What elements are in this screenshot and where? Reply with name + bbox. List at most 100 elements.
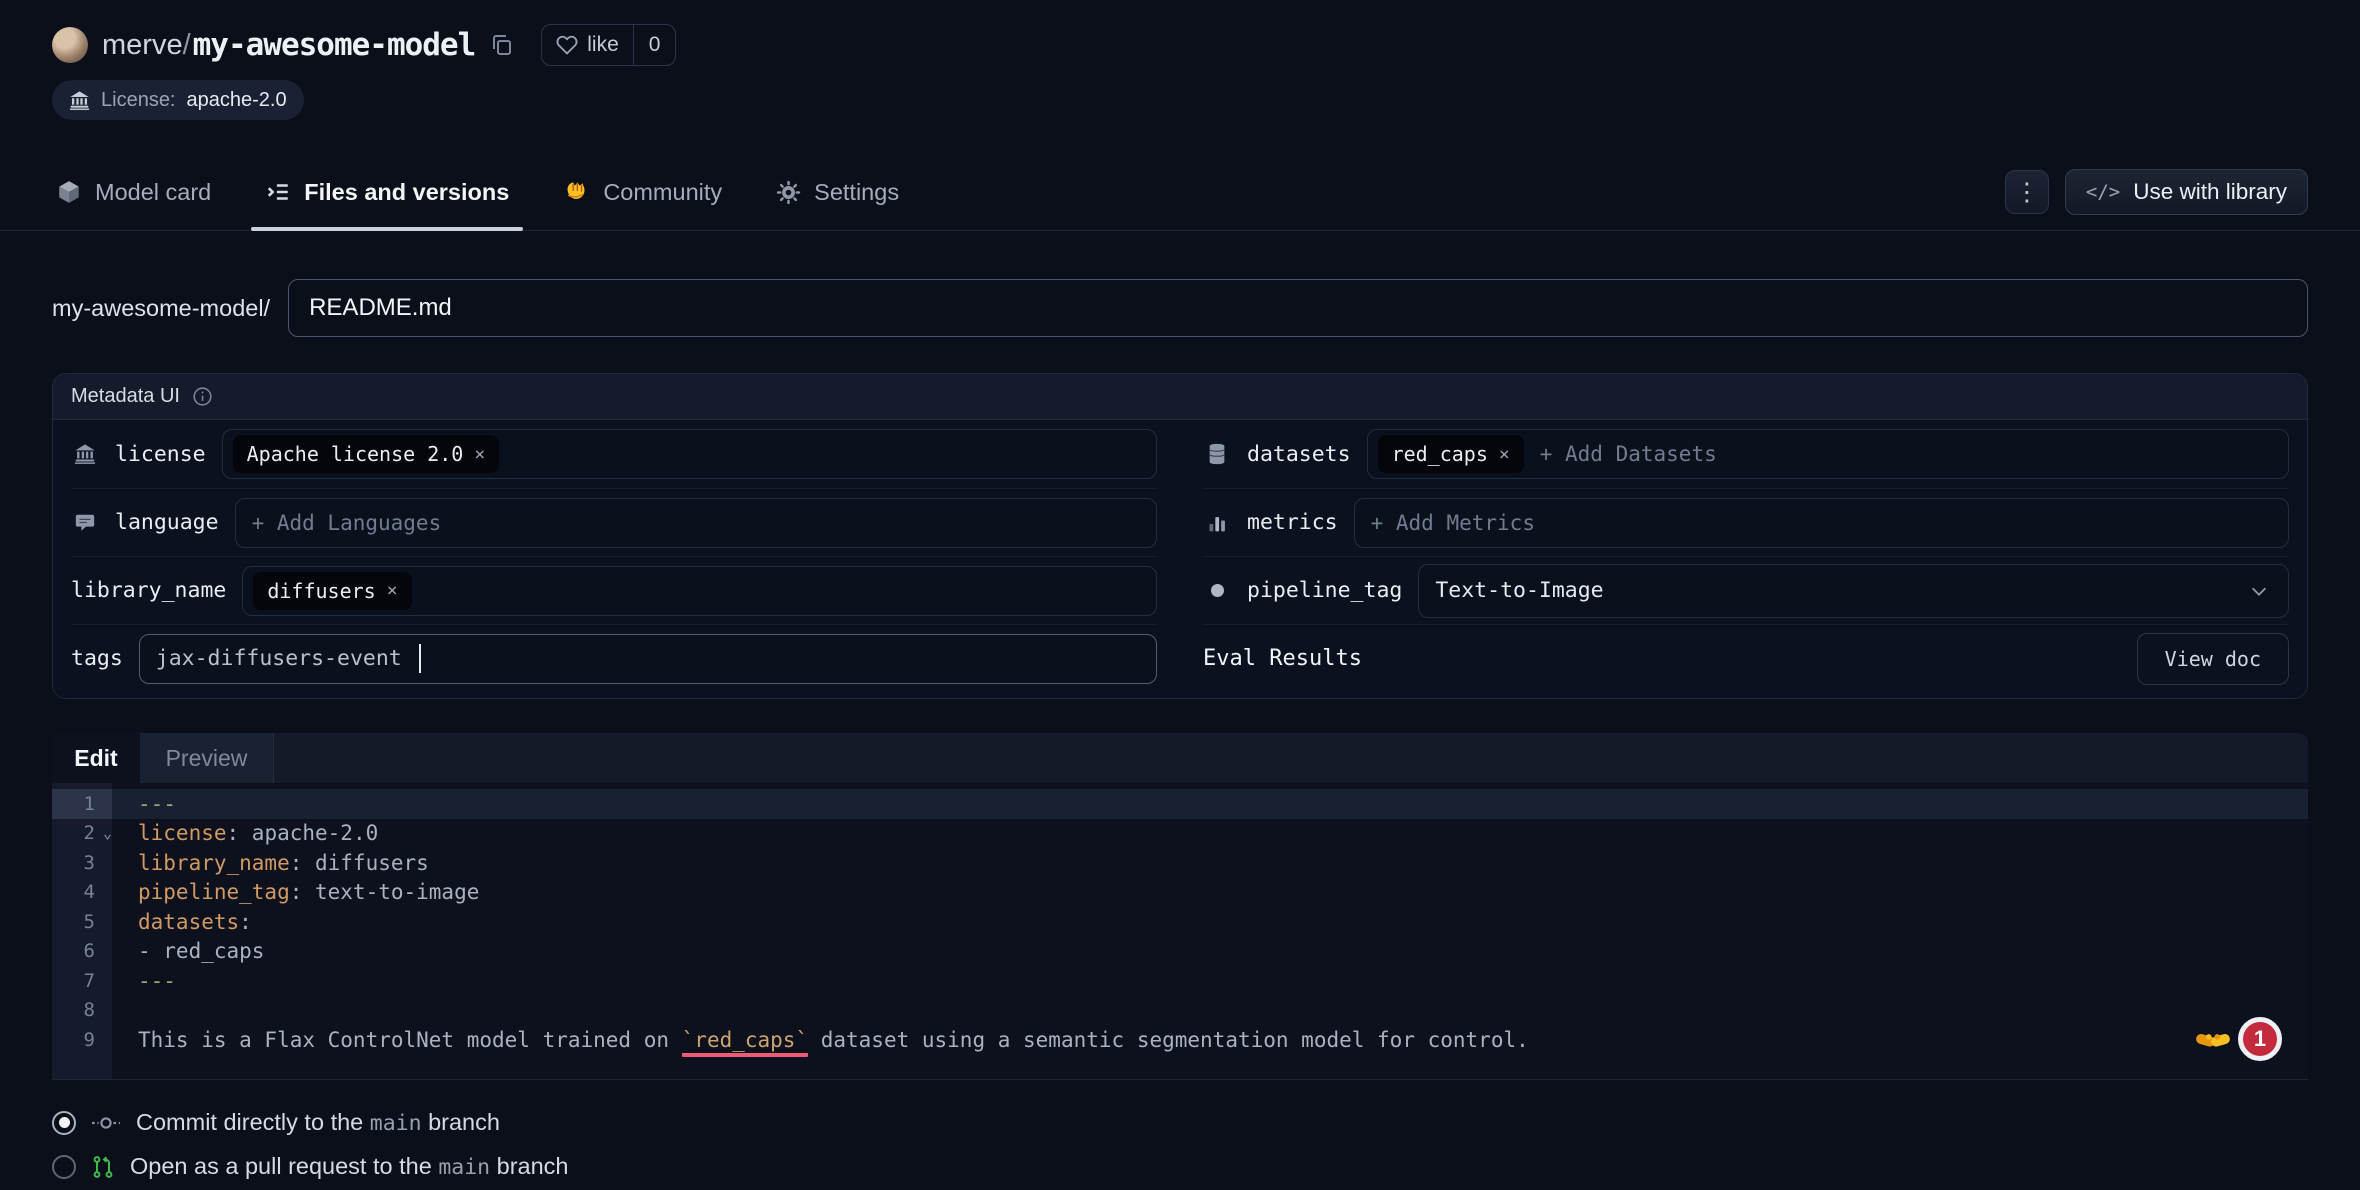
tab-community[interactable]: Community	[559, 154, 726, 230]
tab-label: Files and versions	[304, 179, 509, 206]
field-label-metrics: metrics	[1247, 510, 1338, 535]
badge-row: License: apache-2.0	[52, 80, 2308, 120]
remove-tag-icon[interactable]: ×	[474, 444, 485, 465]
code-text: library_name: diffusers	[112, 851, 429, 875]
like-button[interactable]: like 0	[541, 24, 676, 66]
field-label-license: license	[115, 442, 206, 467]
commit-section: Commit directly to the main branch Open …	[52, 1079, 2308, 1182]
license-badge[interactable]: License: apache-2.0	[52, 80, 304, 120]
code-line[interactable]: 7---	[52, 966, 2308, 996]
field-eval-results: Eval Results View doc	[1203, 624, 2289, 692]
discussion-count-badge[interactable]: 1	[2238, 1017, 2282, 1061]
model-name-link[interactable]: my-awesome-model	[193, 27, 476, 63]
license-tag: Apache license 2.0 ×	[233, 435, 500, 473]
files-tree-icon	[265, 179, 291, 205]
license-value: apache-2.0	[187, 89, 287, 112]
code-line[interactable]: 9This is a Flax ControlNet model trained…	[52, 1025, 2308, 1055]
title-row: merve / my-awesome-model like 0	[52, 0, 2308, 66]
chevron-down-icon	[2248, 580, 2278, 602]
radio-commit-direct[interactable]	[52, 1111, 76, 1135]
use-with-library-button[interactable]: </> Use with library	[2065, 169, 2308, 215]
tab-actions: ⋮ </> Use with library	[2005, 169, 2308, 215]
discussion-annotation: 1	[2195, 1017, 2282, 1061]
remove-tag-icon[interactable]: ×	[387, 580, 398, 601]
code-lines: 1---2⌄license: apache-2.03library_name: …	[52, 789, 2308, 1055]
code-line[interactable]: 4pipeline_tag: text-to-image	[52, 878, 2308, 908]
field-library-name: library_name diffusers ×	[71, 556, 1157, 624]
add-languages-placeholder: + Add Languages	[246, 511, 442, 535]
field-metrics: metrics + Add Metrics	[1203, 488, 2289, 556]
code-editor[interactable]: 1---2⌄license: apache-2.03library_name: …	[52, 783, 2308, 1079]
view-doc-button[interactable]: View doc	[2137, 633, 2289, 685]
like-count[interactable]: 0	[633, 25, 676, 65]
bar-chart-icon	[1203, 512, 1231, 534]
kebab-menu-button[interactable]: ⋮	[2005, 170, 2049, 214]
code-line[interactable]: 5datasets:	[52, 907, 2308, 937]
field-label-datasets: datasets	[1247, 442, 1351, 467]
line-number: 5	[52, 911, 112, 933]
code-line[interactable]: 2⌄license: apache-2.0	[52, 819, 2308, 849]
line-number: 4	[52, 881, 112, 903]
like-left: like	[542, 33, 633, 57]
field-label-library-name: library_name	[71, 578, 226, 603]
code-line[interactable]: 1---	[52, 789, 2308, 819]
text: Commit directly to the	[136, 1109, 370, 1135]
tab-model-card[interactable]: Model card	[52, 154, 215, 230]
tab-preview[interactable]: Preview	[140, 733, 274, 783]
code-line[interactable]: 6- red_caps	[52, 937, 2308, 967]
remove-tag-icon[interactable]: ×	[1499, 444, 1510, 465]
code-text: license: apache-2.0	[112, 821, 378, 845]
gear-icon	[776, 180, 801, 205]
tab-settings[interactable]: Settings	[772, 154, 903, 230]
text: branch	[422, 1109, 500, 1135]
commit-direct-option[interactable]: Commit directly to the main branch	[52, 1108, 2308, 1138]
radio-pull-request[interactable]	[52, 1155, 76, 1179]
fold-chevron-icon[interactable]: ⌄	[103, 824, 112, 842]
tag-text: diffusers	[267, 579, 375, 603]
commit-icon	[91, 1114, 121, 1132]
code-text: ---	[112, 792, 176, 816]
info-icon[interactable]	[192, 386, 213, 407]
code-text: ---	[112, 969, 176, 993]
avatar[interactable]	[52, 27, 88, 63]
code-line[interactable]: 8	[52, 996, 2308, 1026]
field-tags: tags jax-diffusers-event	[71, 624, 1157, 692]
commit-direct-label: Commit directly to the main branch	[136, 1109, 500, 1136]
pull-request-option[interactable]: Open as a pull request to the main branc…	[52, 1152, 2308, 1182]
eval-results-label: Eval Results	[1203, 646, 1362, 671]
tab-files-and-versions[interactable]: Files and versions	[261, 154, 513, 230]
speech-bubble-icon	[71, 512, 99, 534]
tag-text: red_caps	[1392, 442, 1488, 466]
pull-request-icon	[91, 1154, 115, 1180]
pull-request-label: Open as a pull request to the main branc…	[130, 1153, 568, 1180]
code-line[interactable]: 3library_name: diffusers	[52, 848, 2308, 878]
tab-edit[interactable]: Edit	[52, 733, 140, 783]
use-with-library-label: Use with library	[2133, 179, 2287, 205]
file-path-row: my-awesome-model/	[52, 279, 2308, 337]
breadcrumb[interactable]: my-awesome-model/	[52, 295, 270, 322]
metadata-panel-header: Metadata UI	[53, 374, 2307, 420]
tab-label: Model card	[95, 179, 211, 206]
metrics-input[interactable]: + Add Metrics	[1354, 498, 2289, 548]
line-number: 1	[52, 793, 112, 815]
pipeline-tag-select[interactable]: Text-to-Image	[1418, 564, 2289, 618]
license-input[interactable]: Apache license 2.0 ×	[222, 429, 1157, 479]
path-separator: /	[183, 29, 191, 62]
datasets-input[interactable]: red_caps × + Add Datasets	[1367, 429, 2289, 479]
owner-link[interactable]: merve	[102, 29, 183, 62]
field-label-tags: tags	[71, 646, 123, 671]
database-icon	[1203, 443, 1231, 465]
tabbar-wrap: Model card Files and versions Community	[0, 154, 2360, 231]
copy-icon[interactable]	[489, 33, 513, 57]
dataset-tag: red_caps ×	[1378, 435, 1524, 473]
field-pipeline-tag: pipeline_tag Text-to-Image	[1203, 556, 2289, 624]
filename-input[interactable]	[288, 279, 2308, 337]
field-datasets: datasets red_caps × + Add Datasets	[1203, 420, 2289, 488]
code-text: - red_caps	[112, 939, 264, 963]
tags-value: jax-diffusers-event	[156, 646, 402, 671]
bank-icon	[71, 443, 99, 465]
code-text: datasets:	[112, 910, 252, 934]
tags-input[interactable]: jax-diffusers-event	[139, 634, 1157, 684]
language-input[interactable]: + Add Languages	[235, 498, 1157, 548]
library-name-input[interactable]: diffusers ×	[242, 566, 1157, 616]
